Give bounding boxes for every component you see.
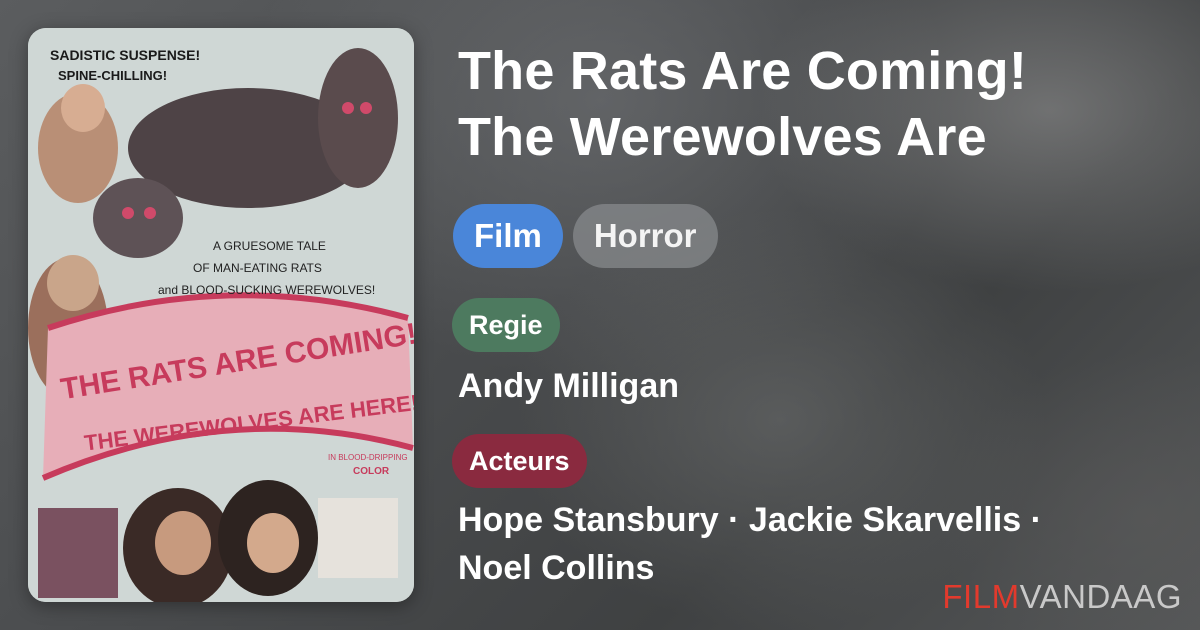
poster-color-note1: IN BLOOD-DRIPPING — [328, 453, 408, 462]
movie-title-line1: The Rats Are Coming! — [458, 41, 1028, 101]
movie-title: The Rats Are Coming! The Werewolves Are — [458, 38, 1158, 170]
logo-part1: FILM — [942, 578, 1020, 615]
tag-horror: Horror — [572, 204, 718, 268]
genre-tags: Film Horror — [453, 204, 718, 268]
tag-film: Film — [453, 204, 563, 268]
movie-title-line2: The Werewolves Are — [458, 107, 987, 167]
poster-tagline1: SADISTIC SUSPENSE! — [50, 47, 200, 63]
director-name: Andy Milligan — [458, 367, 679, 405]
logo-part2: VANDAAG — [1019, 578, 1182, 615]
director-label: Regie — [452, 298, 560, 352]
poster-blurb2: OF MAN-EATING RATS — [193, 261, 322, 275]
cast-line1: Hope Stansbury · Jackie Skarvellis · — [458, 501, 1042, 539]
movie-poster: SADISTIC SUSPENSE! SPINE-CHILLING! A GRU… — [28, 28, 414, 602]
poster-color-note2: COLOR — [353, 466, 390, 477]
poster-blurb3: and BLOOD-SUCKING WEREWOLVES! — [158, 283, 375, 297]
poster-artwork: SADISTIC SUSPENSE! SPINE-CHILLING! A GRU… — [28, 28, 414, 602]
filmvandaag-logo: FILMVANDAAG — [942, 578, 1182, 616]
movie-info: The Rats Are Coming! The Werewolves Are — [458, 38, 1158, 170]
poster-tagline2: SPINE-CHILLING! — [58, 68, 167, 83]
cast-label: Acteurs — [452, 434, 587, 488]
poster-blurb1: A GRUESOME TALE — [213, 239, 326, 253]
